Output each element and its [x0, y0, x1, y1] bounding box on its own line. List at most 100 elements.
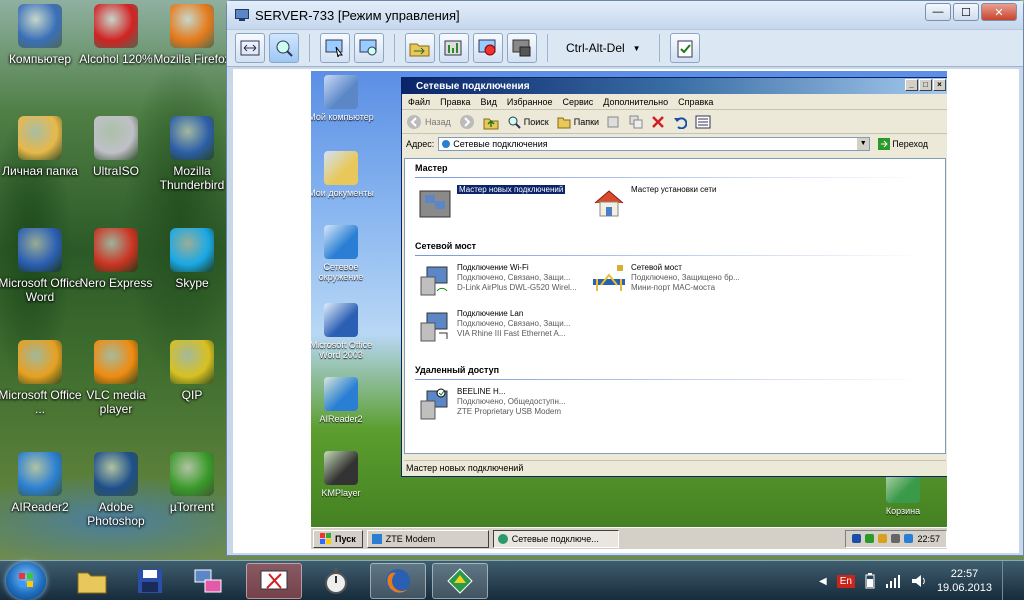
tray-modem-icon[interactable] [904, 534, 914, 543]
toolbar-separator [309, 34, 310, 62]
delete-button[interactable] [651, 115, 665, 129]
tray-shield-icon[interactable] [878, 534, 888, 543]
remote-desktop-window[interactable]: SERVER-733 [Режим управления] — ☐ ✕ Ctrl… [226, 0, 1024, 556]
network-connections-window[interactable]: Сетевые подключения _ □ × Файл Правка Вид И… [401, 77, 947, 477]
desktop-icon[interactable]: Skype [150, 228, 234, 290]
close-button[interactable]: ✕ [981, 3, 1017, 21]
desktop-icon[interactable]: Adobe Photoshop [74, 452, 158, 528]
clipboard-button[interactable] [669, 33, 700, 63]
desktop-icon[interactable]: VLC media player [74, 340, 158, 416]
forward-button[interactable] [459, 114, 475, 130]
desktop-icon[interactable]: QIP [150, 340, 234, 402]
remote-settings-button[interactable] [507, 33, 537, 63]
search-button[interactable]: Поиск [507, 115, 549, 129]
beeline-connection-item[interactable]: BEELINE H... Подключено, Общедоступн... ZT… [417, 387, 566, 423]
tray-lang-icon[interactable] [852, 534, 862, 543]
folders-button[interactable]: Папки [557, 115, 599, 129]
lan-connection-item[interactable]: Подключение Lan Подключено, Связано, Защи… [417, 309, 570, 345]
show-desktop-button[interactable] [1002, 561, 1016, 600]
ctrl-alt-del-button[interactable]: Ctrl-Alt-Del ▼ [558, 33, 649, 63]
menu-item[interactable]: Правка [440, 97, 470, 107]
volume-icon[interactable] [911, 574, 927, 588]
language-indicator[interactable]: En [836, 574, 855, 588]
view-mode-button[interactable] [354, 33, 384, 63]
xp-desktop-icon[interactable]: Мои документы [311, 151, 377, 198]
control-mode-icon [325, 39, 343, 57]
desktop-icon[interactable]: Mozilla Firefox [150, 4, 234, 66]
tray-volume-icon[interactable] [891, 534, 901, 543]
computer-icon [18, 4, 62, 48]
network-setup-wizard-item[interactable]: Мастер установки сети [591, 185, 716, 221]
desktop-icon[interactable]: µTorrent [150, 452, 234, 514]
desktop-icon[interactable]: Компьютер [0, 4, 82, 66]
xp-desktop-icon[interactable]: Сетевое окружение [311, 225, 377, 282]
desktop-icon-label: QIP [181, 388, 203, 402]
taskbar-save[interactable] [122, 563, 178, 599]
fit-screen-button[interactable] [235, 33, 265, 63]
desktop-icon[interactable]: UltraISO [74, 116, 158, 178]
address-input[interactable]: Сетевые подключения ▼ [438, 137, 871, 151]
desktop-icon[interactable]: Microsoft Office ... [0, 340, 82, 416]
zoom-button[interactable] [269, 33, 299, 63]
task-manager-button[interactable] [439, 33, 469, 63]
back-button[interactable]: Назад [406, 114, 451, 130]
xp-desktop[interactable]: Мой компьютер Мои документы Сетевое окруже… [311, 71, 947, 549]
remote-window-titlebar[interactable]: SERVER-733 [Режим управления] — ☐ ✕ [227, 1, 1023, 29]
xp-close-button[interactable]: × [933, 79, 946, 91]
xp-clock[interactable]: 22:57 [917, 534, 940, 544]
control-mode-button[interactable] [320, 33, 350, 63]
clock[interactable]: 22:57 19.06.2013 [937, 567, 992, 595]
menu-item[interactable]: Справка [678, 97, 713, 107]
views-button[interactable] [695, 115, 713, 129]
windows-flag-icon [320, 532, 331, 544]
show-hidden-icons[interactable]: ◀ [819, 576, 827, 587]
taskbar-network-app[interactable] [432, 563, 488, 599]
start-button[interactable] [6, 562, 46, 600]
desktop-icon[interactable]: Mozilla Thunderbird [150, 116, 234, 192]
desktop-icon[interactable]: AIReader2 [0, 452, 82, 514]
folders-icon [557, 117, 571, 128]
network-window-titlebar[interactable]: Сетевые подключения _ □ × [402, 78, 947, 94]
wifi-connection-item[interactable]: Подключение Wi-Fi Подключено, Связано, За… [417, 263, 577, 299]
menu-item[interactable]: Файл [408, 97, 430, 107]
power-button[interactable] [473, 33, 503, 63]
move-to-button[interactable] [607, 115, 621, 129]
file-transfer-button[interactable] [405, 33, 435, 63]
up-folder-button[interactable] [483, 114, 499, 130]
menu-item[interactable]: Вид [481, 97, 497, 107]
xp-desktop-icon[interactable]: KMPlayer [311, 451, 377, 498]
task-network-connections[interactable]: Сетевые подключе... [492, 529, 619, 548]
xp-maximize-button[interactable]: □ [919, 79, 932, 91]
xp-desktop-icon[interactable]: Microsoft Office Word 2003 [311, 303, 377, 360]
network-bridge-item[interactable]: Сетевой мост Подключено, Защищено бр... Ми… [591, 263, 740, 299]
address-dropdown-icon[interactable]: ▼ [857, 138, 870, 150]
desktop-icon[interactable]: Microsoft Office Word [0, 228, 82, 304]
remote-screen-area[interactable]: Мой компьютер Мои документы Сетевое окруже… [233, 69, 1019, 553]
battery-icon[interactable] [865, 573, 875, 589]
menu-item[interactable]: Избранное [507, 97, 553, 107]
xp-start-button[interactable]: Пуск [313, 529, 363, 548]
signal-strength-icon[interactable] [885, 574, 901, 588]
desktop-icon[interactable]: Alcohol 120% [74, 4, 158, 66]
xp-minimize-button[interactable]: _ [905, 79, 918, 91]
taskbar-firefox[interactable] [370, 563, 426, 599]
undo-button[interactable] [673, 115, 688, 129]
tray-network-icon[interactable] [865, 534, 875, 543]
desktop-icon[interactable]: Nero Express [74, 228, 158, 290]
minimize-button[interactable]: — [925, 3, 951, 21]
task-zte-modem[interactable]: ZTE Modem [366, 529, 489, 548]
taskbar-explorer[interactable] [64, 563, 120, 599]
taskbar-remote[interactable] [180, 563, 236, 599]
maximize-button[interactable]: ☐ [953, 3, 979, 21]
go-button[interactable]: Переход [878, 138, 928, 150]
taskbar-stopwatch[interactable] [308, 563, 364, 599]
xp-desktop-icon-label: Microsoft Office Word 2003 [311, 340, 373, 360]
menu-item[interactable]: Дополнительно [603, 97, 668, 107]
new-connection-wizard-item[interactable]: Мастер новых подключений [417, 185, 566, 221]
xp-desktop-icon[interactable]: AIReader2 [311, 377, 377, 424]
desktop-icon[interactable]: Личная папка [0, 116, 82, 178]
taskbar-remote-admin[interactable] [246, 563, 302, 599]
copy-to-button[interactable] [629, 115, 643, 129]
menu-item[interactable]: Сервис [562, 97, 593, 107]
xp-desktop-icon[interactable]: Мой компьютер [311, 75, 377, 122]
